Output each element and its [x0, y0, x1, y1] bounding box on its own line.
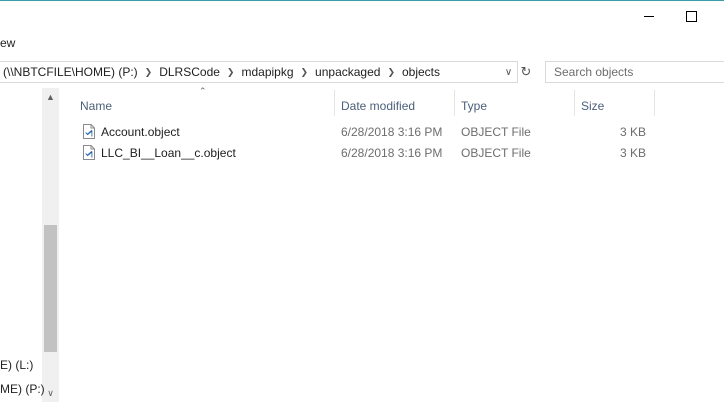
breadcrumb-mdapipkg[interactable]: mdapipkg [238, 65, 296, 79]
column-divider[interactable] [334, 90, 335, 116]
vscode-file-icon [83, 145, 95, 160]
ribbon-tab-view[interactable]: ew [0, 36, 15, 50]
maximize-button[interactable] [668, 4, 714, 28]
minimize-button[interactable] [626, 4, 672, 28]
column-header-size[interactable]: Size [581, 94, 604, 118]
refresh-icon: ↻ [520, 64, 532, 79]
scrollbar-thumb[interactable] [44, 225, 57, 352]
nav-pane-scrollbar[interactable]: ▲ ∨ [42, 88, 59, 402]
file-name: Account.object [101, 124, 180, 139]
search-box[interactable] [545, 61, 724, 83]
nav-item-drive-l[interactable]: E) (L:) [0, 358, 33, 372]
maximize-icon [685, 10, 697, 22]
file-date-modified: 6/28/2018 3:16 PM [341, 145, 443, 160]
column-header-type[interactable]: Type [461, 94, 487, 118]
breadcrumb: (\\NBTCFILE\HOME) (P:) ❯ DLRSCode ❯ mdap… [0, 62, 443, 82]
file-date-modified: 6/28/2018 3:16 PM [341, 124, 443, 139]
file-row[interactable]: Account.object 6/28/2018 3:16 PM OBJECT … [78, 121, 648, 142]
window-top-border [0, 0, 724, 1]
breadcrumb-objects[interactable]: objects [399, 65, 443, 79]
file-row[interactable]: LLC_BI__Loan__c.object 6/28/2018 3:16 PM… [78, 142, 648, 163]
address-bar[interactable]: (\\NBTCFILE\HOME) (P:) ❯ DLRSCode ❯ mdap… [0, 61, 518, 83]
address-history-dropdown[interactable]: ∨ [500, 62, 517, 82]
column-divider[interactable] [454, 90, 455, 116]
vscode-file-icon [83, 124, 95, 139]
file-name: LLC_BI__Loan__c.object [101, 145, 236, 160]
chevron-right-icon[interactable]: ❯ [297, 67, 313, 78]
scroll-up-icon[interactable]: ▲ [42, 88, 59, 105]
chevron-down-icon: ∨ [504, 66, 513, 78]
column-divider[interactable] [654, 90, 655, 116]
file-type: OBJECT File [461, 124, 531, 139]
chevron-right-icon[interactable]: ❯ [141, 67, 157, 78]
file-type: OBJECT File [461, 145, 531, 160]
column-header-date-modified[interactable]: Date modified [341, 94, 415, 118]
file-size: 3 KB [619, 124, 646, 139]
sort-ascending-icon: ⌃ [199, 86, 207, 96]
column-header-name[interactable]: Name [80, 94, 112, 118]
search-input[interactable] [554, 63, 724, 81]
breadcrumb-drive[interactable]: (\\NBTCFILE\HOME) (P:) [0, 65, 141, 79]
refresh-button[interactable]: ↻ [516, 61, 536, 83]
chevron-right-icon[interactable]: ❯ [223, 67, 239, 78]
nav-item-drive-p[interactable]: ME) (P:) [0, 382, 45, 396]
breadcrumb-dlrscode[interactable]: DLRSCode [156, 65, 223, 79]
file-size: 3 KB [619, 145, 646, 160]
column-divider[interactable] [574, 90, 575, 116]
breadcrumb-unpackaged[interactable]: unpackaged [312, 65, 383, 79]
minimize-icon [644, 15, 654, 17]
chevron-right-icon[interactable]: ❯ [383, 67, 399, 78]
